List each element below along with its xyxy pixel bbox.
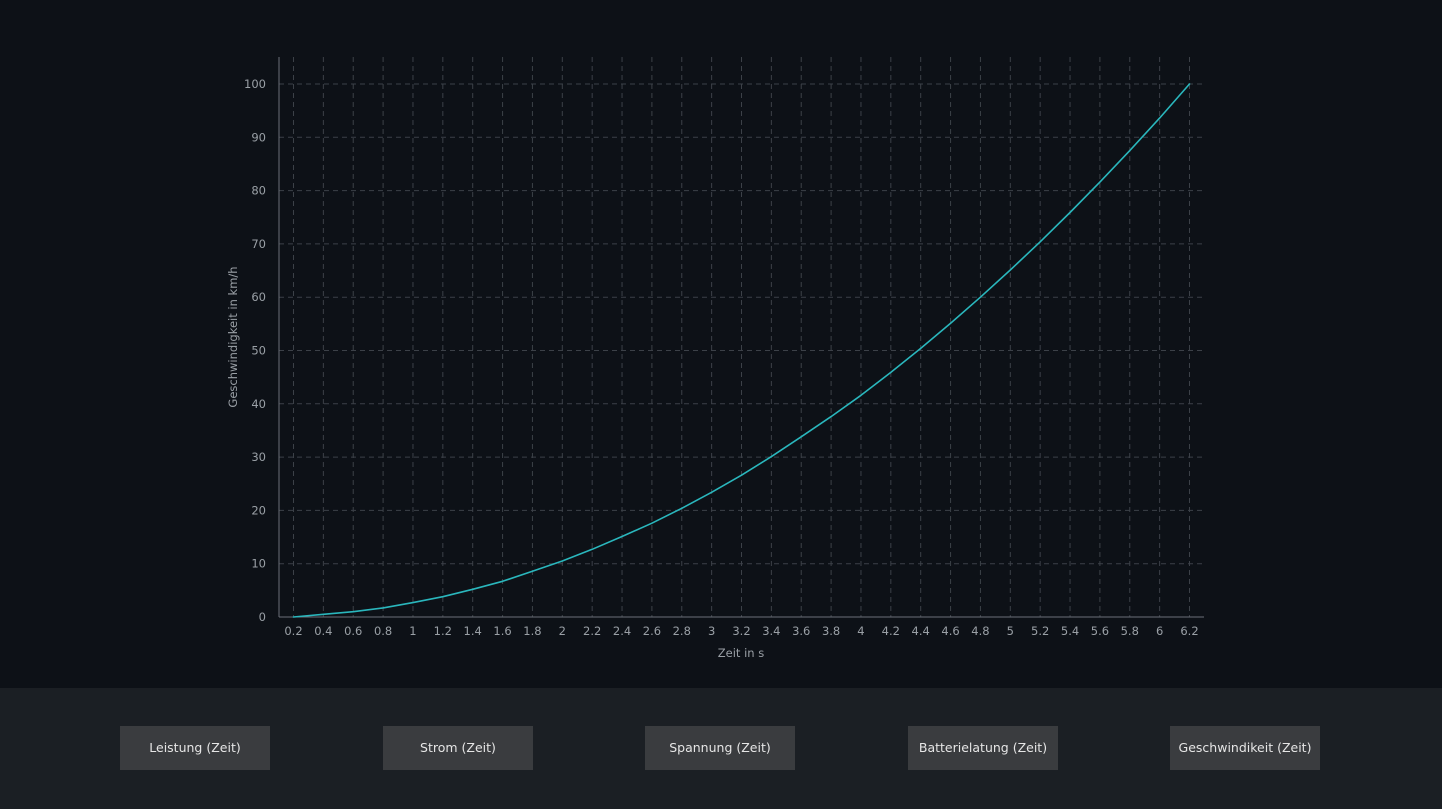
x-tick-label: 2: [559, 624, 566, 638]
x-tick-label: 3.2: [732, 624, 750, 638]
x-tick-label: 3.4: [762, 624, 780, 638]
y-tick-label: 0: [259, 610, 266, 624]
x-tick-label: 3.8: [822, 624, 840, 638]
ticks-layer: 0.2 0.4 0.6 0.8 1 1.2 1.4 1.6 1.8 2 2.2 2.4 2.6 2.8 3 3…: [244, 77, 1199, 638]
chart-area: 0.2 0.4 0.6 0.8 1 1.2 1.4 1.6 1.8 2 2.2 2.4 2.6 2.8 3 3…: [0, 0, 1442, 688]
app-window: 0.2 0.4 0.6 0.8 1 1.2 1.4 1.6 1.8 2 2.2 2.4 2.6 2.8 3 3…: [0, 0, 1442, 809]
button-bar: Leistung (Zeit) Strom (Zeit) Spannung (Z…: [0, 688, 1442, 809]
x-tick-label: 5.4: [1061, 624, 1079, 638]
speed-time-chart: 0.2 0.4 0.6 0.8 1 1.2 1.4 1.6 1.8 2 2.2 2.4 2.6 2.8 3 3…: [226, 57, 1204, 660]
y-tick-label: 80: [251, 184, 266, 198]
x-tick-label: 2.2: [583, 624, 601, 638]
x-tick-label: 4.6: [941, 624, 959, 638]
x-tick-label: 4.2: [882, 624, 900, 638]
speed-time-button[interactable]: Geschwindikeit (Zeit): [1170, 726, 1320, 770]
y-tick-label: 50: [251, 344, 266, 358]
x-tick-label: 1.4: [464, 624, 482, 638]
y-tick-label: 70: [251, 237, 266, 251]
y-axis-title: Geschwindigkeit in km/h: [226, 266, 240, 407]
x-tick-label: 4: [857, 624, 864, 638]
power-time-button[interactable]: Leistung (Zeit): [120, 726, 270, 770]
y-tick-label: 100: [244, 77, 266, 91]
x-tick-label: 0.8: [374, 624, 392, 638]
grid-layer: [279, 57, 1204, 617]
x-tick-label: 1.2: [434, 624, 452, 638]
x-tick-label: 2.6: [643, 624, 661, 638]
x-tick-label: 1.8: [523, 624, 541, 638]
x-tick-label: 0.2: [284, 624, 302, 638]
x-axis-title: Zeit in s: [718, 646, 764, 660]
x-tick-label: 1: [409, 624, 416, 638]
x-tick-label: 5.6: [1091, 624, 1109, 638]
x-tick-label: 2.4: [613, 624, 631, 638]
x-tick-label: 3.6: [792, 624, 810, 638]
voltage-time-button[interactable]: Spannung (Zeit): [645, 726, 795, 770]
x-tick-label: 5.2: [1031, 624, 1049, 638]
x-tick-label: 1.6: [493, 624, 511, 638]
y-tick-label: 10: [251, 557, 266, 571]
x-tick-label: 3: [708, 624, 715, 638]
y-tick-label: 40: [251, 397, 266, 411]
x-tick-label: 4.8: [971, 624, 989, 638]
current-time-button[interactable]: Strom (Zeit): [383, 726, 533, 770]
y-tick-label: 20: [251, 503, 266, 517]
y-tick-label: 60: [251, 290, 266, 304]
x-tick-label: 5.8: [1121, 624, 1139, 638]
x-tick-label: 5: [1007, 624, 1014, 638]
x-tick-label: 6.2: [1180, 624, 1198, 638]
y-tick-label: 30: [251, 450, 266, 464]
x-tick-label: 2.8: [673, 624, 691, 638]
x-tick-label: 4.4: [912, 624, 930, 638]
battery-charge-time-button[interactable]: Batterielatung (Zeit): [908, 726, 1058, 770]
y-tick-label: 90: [251, 130, 266, 144]
x-tick-label: 0.6: [344, 624, 362, 638]
x-tick-label: 6: [1156, 624, 1163, 638]
x-tick-label: 0.4: [314, 624, 332, 638]
